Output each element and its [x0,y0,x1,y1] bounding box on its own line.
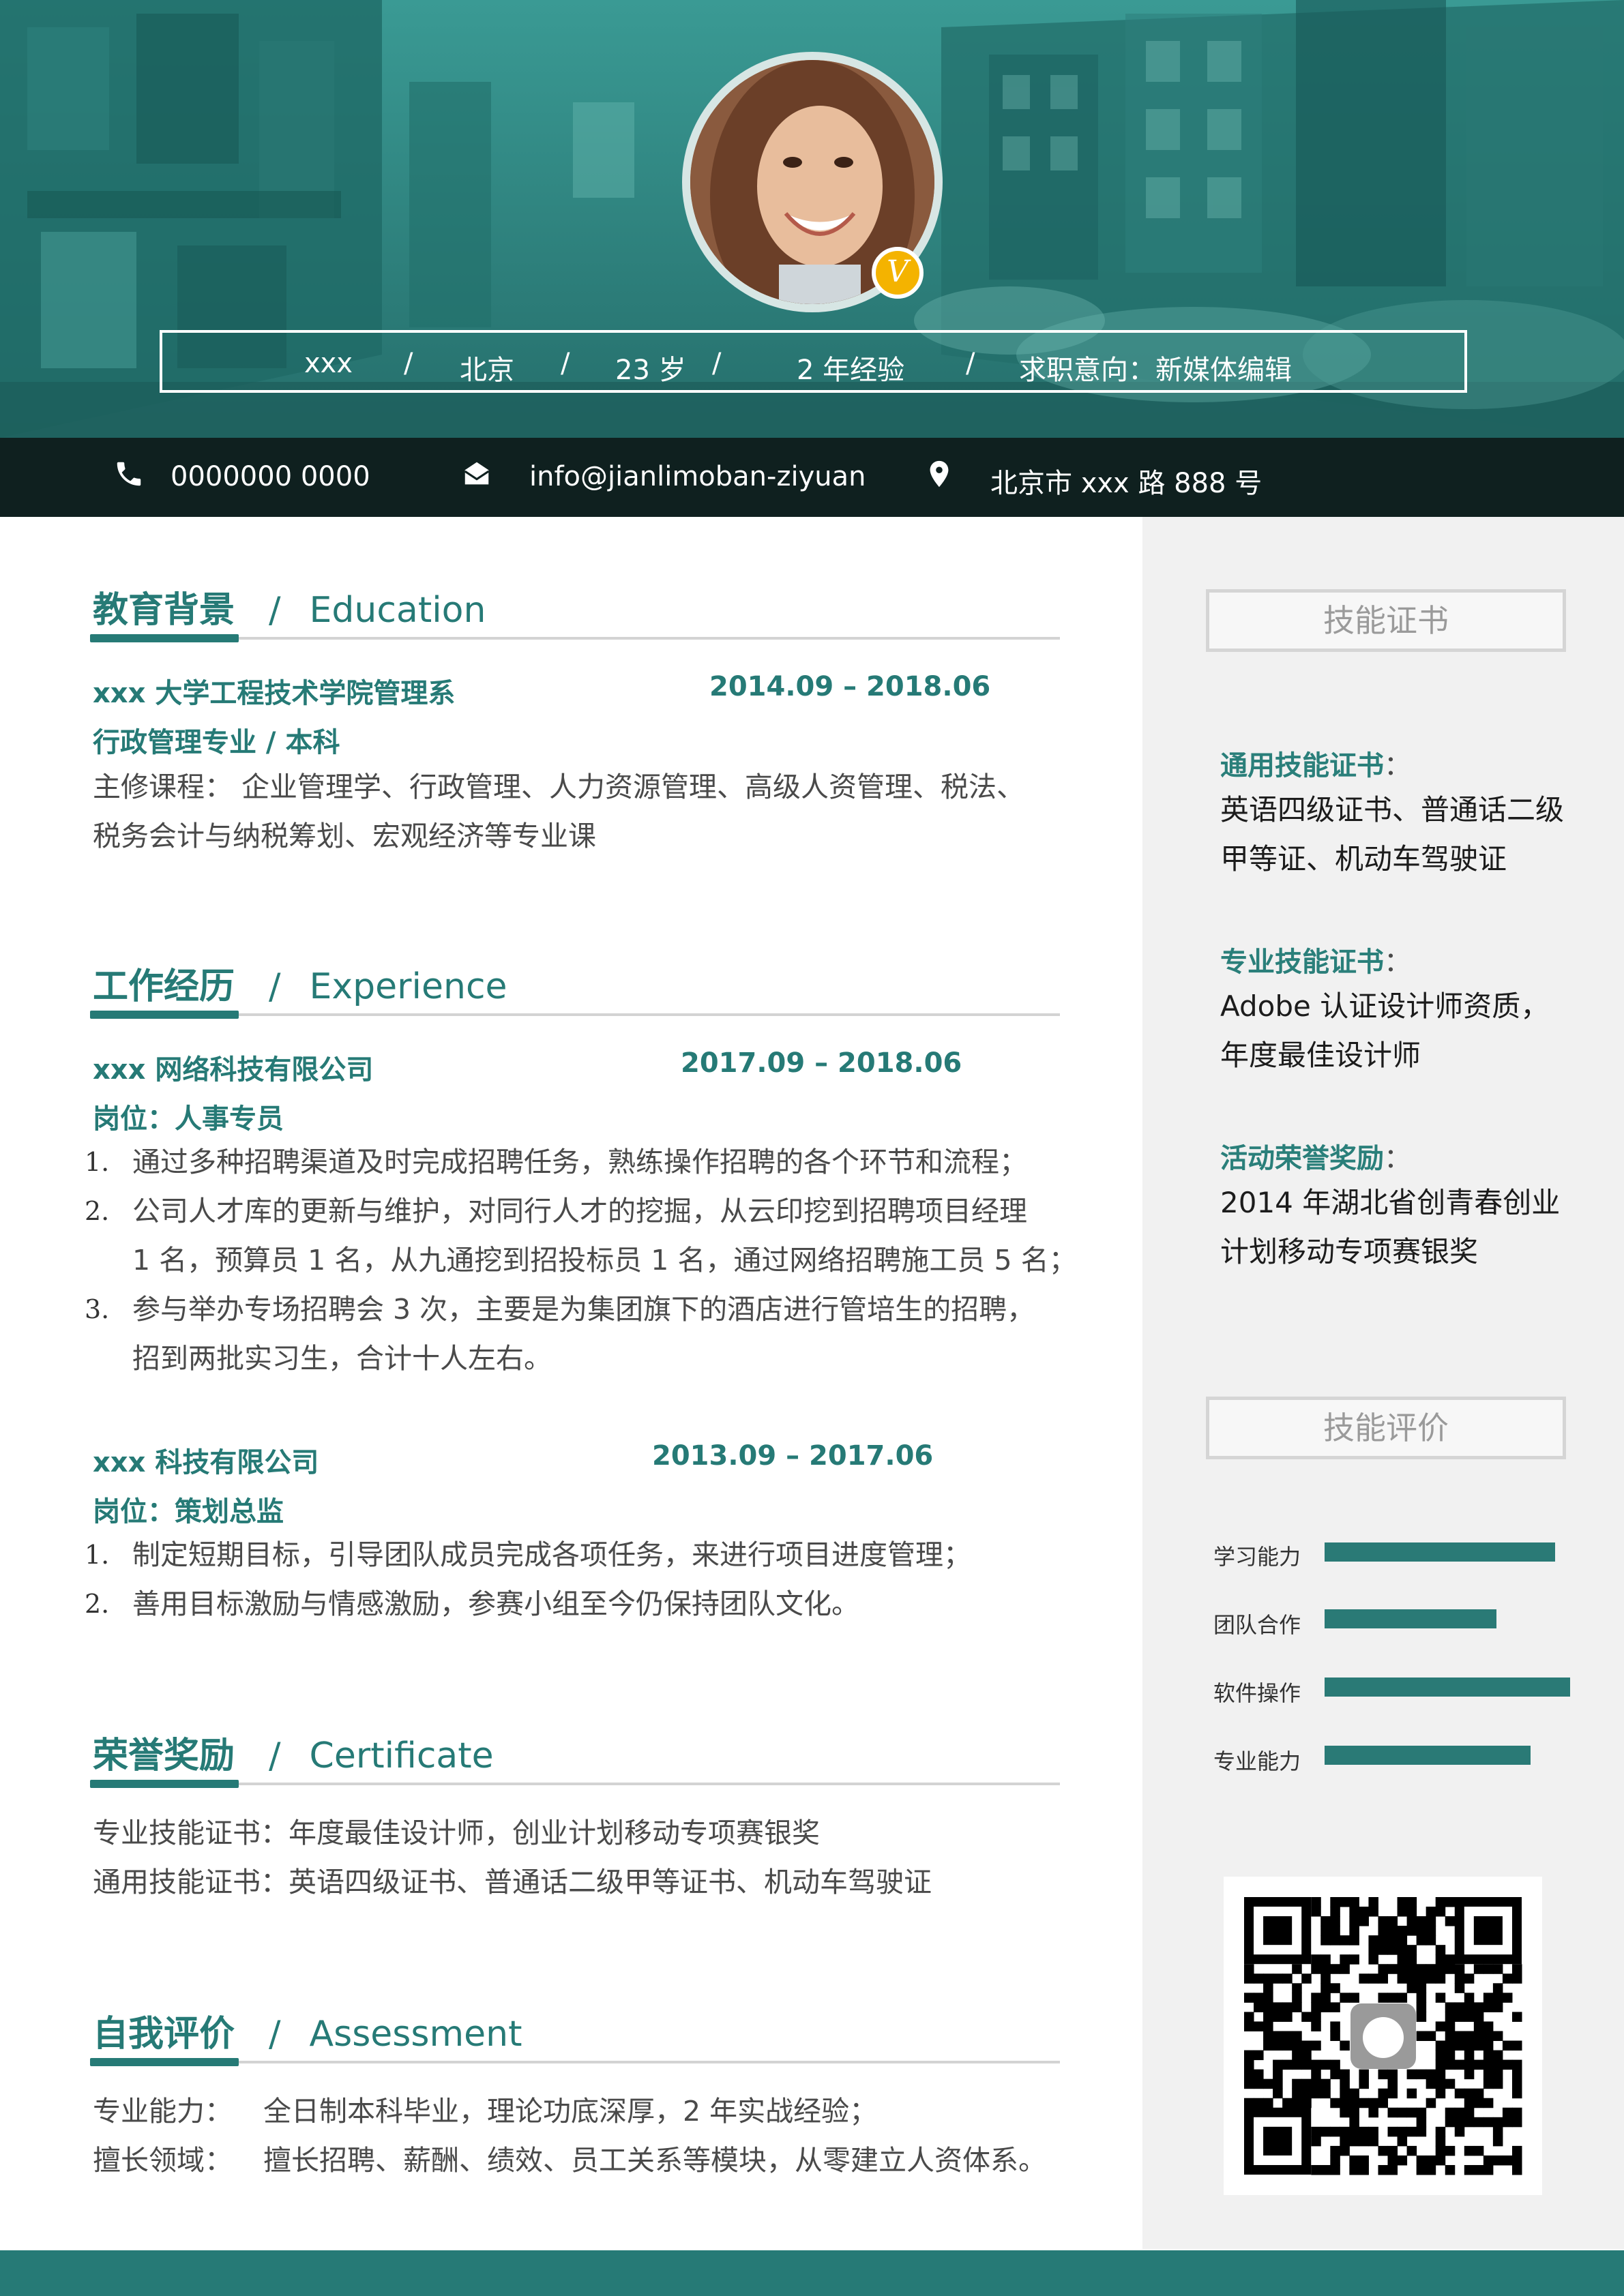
basic-info-box: xxx / 北京 / 23 岁 / 2 年经验 / 求职意向：新媒体编辑 [160,330,1467,393]
job-position: 岗位：人事专员 [93,1103,284,1135]
list-number: 2. [85,1589,110,1619]
education-period: 2014.09 – 2018.06 [709,671,991,702]
assessment-text: 擅长招聘、薪酬、绩效、员工关系等模块，从零建立人资体系。 [263,2144,1046,2177]
skill-label: 软件操作 [1213,1680,1301,1706]
cert-text-honors: 2014 年湖北省创青春创业 计划移动专项赛银奖 [1220,1186,1561,1268]
skill-label: 团队合作 [1213,1612,1301,1638]
email-address: info@jianlimoban-ziyuan [529,461,866,492]
envelope-icon [464,462,490,485]
education-courses: 主修课程： 企业管理学、行政管理、人力资源管理、高级人资管理、税法、 税务会计与… [93,771,1025,852]
address: 北京市 xxx 路 888 号 [990,468,1263,499]
skill-label: 专业能力 [1213,1748,1301,1774]
job-company: xxx 科技有限公司 [93,1447,319,1478]
skill-cert-title: 技能证书 [1206,589,1566,652]
list-number: 1. [85,1540,110,1570]
contact-bar: 0000000 0000 info@jianlimoban-ziyuan 北京市… [0,438,1624,517]
cert-label-general: 通用技能证书： [1220,750,1411,781]
assessment-label: 专业能力： [93,2095,233,2128]
job-position: 岗位：策划总监 [93,1496,284,1527]
section-title-education: 教育背景 / Education [93,590,486,631]
list-number: 3. [85,1294,110,1324]
separator: / [966,348,975,379]
job-period: 2017.09 – 2018.06 [681,1047,962,1079]
cert-label-honors: 活动荣誉奖励： [1220,1143,1411,1174]
skill-rating-title: 技能评价 [1206,1397,1566,1459]
list-number: 1. [85,1147,110,1177]
skill-bar [1325,1678,1570,1697]
section-title-assessment: 自我评价 / Assessment [93,2014,522,2055]
section-title-experience: 工作经历 / Experience [93,966,507,1007]
separator: / [561,348,570,379]
assessment-label: 擅长领域： [93,2144,233,2177]
city: 北京 [460,355,514,386]
honors-text: 专业技能证书：年度最佳设计师，创业计划移动专项赛银奖 通用技能证书：英语四级证书… [93,1817,932,1898]
list-item: 通过多种招聘渠道及时完成招聘任务，熟练操作招聘的各个环节和流程； [132,1146,1027,1178]
phone-icon [117,462,141,486]
section-divider-accent [90,1780,239,1788]
job-intention: 求职意向：新媒体编辑 [1019,355,1292,386]
phone-number: 0000000 0000 [171,461,370,492]
age: 23 岁 [615,355,686,386]
education-school: xxx 大学工程技术学院管理系 [93,678,456,709]
cert-text-professional: Adobe 认证设计师资质， 年度最佳设计师 [1220,989,1550,1072]
location-pin-icon [930,460,949,488]
list-item: 制定短期目标，引导团队成员完成各项任务，来进行项目进度管理； [132,1538,971,1571]
skill-bar [1325,1746,1531,1765]
skill-bar [1325,1542,1555,1562]
experience-years: 2 年经验 [797,355,905,386]
qr-code [1224,1877,1542,2195]
list-item: 参与举办专场招聘会 3 次，主要是为集团旗下的酒店进行管培生的招聘， 招到两批实… [132,1293,1035,1375]
cert-label-professional: 专业技能证书： [1220,946,1411,978]
qr-code-image [1244,1897,1522,2175]
section-divider-accent [90,634,239,642]
job-period: 2013.09 – 2017.06 [652,1440,934,1472]
list-number: 2. [85,1196,110,1226]
name: xxx [304,348,353,379]
footer-bar [0,2250,1624,2296]
verified-badge: V [872,247,924,299]
list-item: 公司人才库的更新与维护，对同行人才的挖掘，从云印挖到招聘项目经理 1 名，预算员… [132,1195,1077,1277]
skill-label: 学习能力 [1213,1544,1301,1570]
job-company: xxx 网络科技有限公司 [93,1054,374,1086]
education-major: 行政管理专业 / 本科 [93,727,340,758]
separator: / [404,348,413,379]
section-title-honors: 荣誉奖励 / Certificate [93,1735,494,1776]
section-divider-accent [90,2058,239,2066]
cert-text-general: 英语四级证书、普通话二级 甲等证、机动车驾驶证 [1220,793,1565,876]
assessment-text: 全日制本科毕业，理论功底深厚，2 年实战经验； [263,2095,878,2128]
skill-bar [1325,1609,1496,1628]
section-divider-accent [90,1011,239,1019]
separator: / [712,348,722,379]
list-item: 善用目标激励与情感激励，参赛小组至今仍保持团队文化。 [132,1587,859,1620]
